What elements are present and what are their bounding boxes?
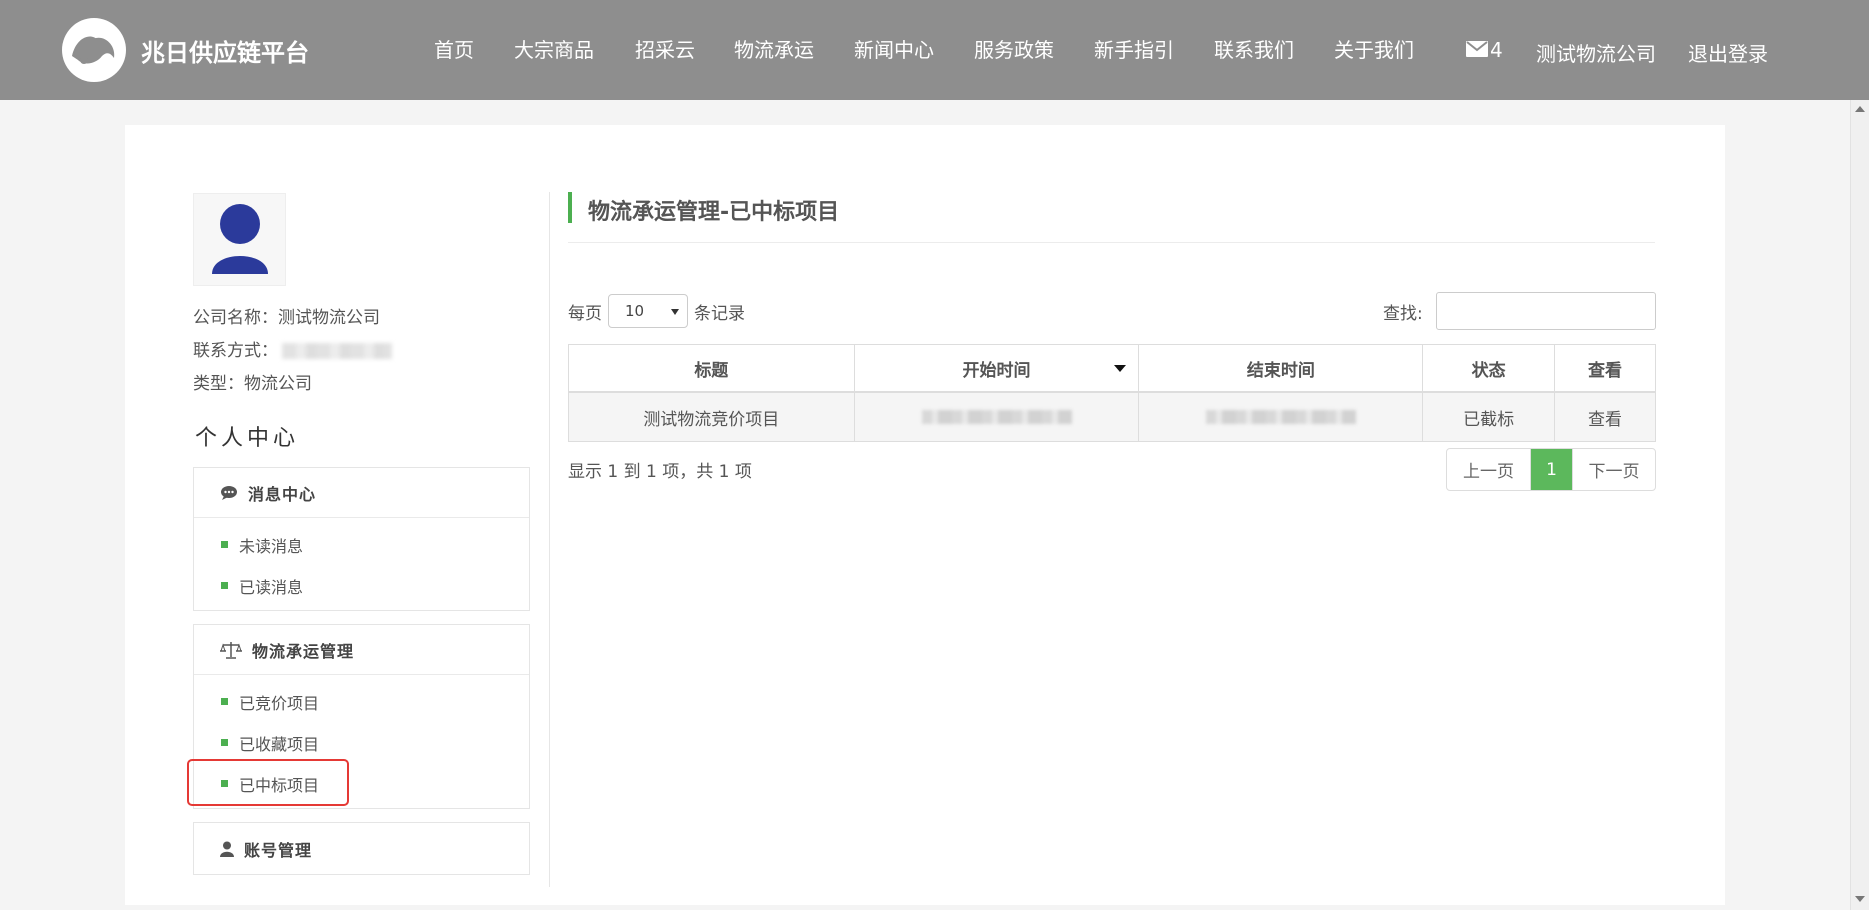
- user-avatar-icon: [212, 204, 268, 274]
- col-status[interactable]: 状态: [1422, 344, 1556, 393]
- logout-link[interactable]: 退出登录: [1688, 38, 1768, 67]
- contact-label: 联系方式：: [193, 341, 278, 361]
- col-end-time[interactable]: 结束时间: [1138, 344, 1424, 393]
- avatar: [193, 193, 286, 286]
- col-title[interactable]: 标题: [568, 344, 855, 393]
- title-accent-bar: [568, 192, 572, 223]
- sidebar-item-label: 已中标项目: [239, 775, 320, 795]
- panel-logistics: 物流承运管理 已竞价项目 已收藏项目 已中标项目: [193, 624, 530, 809]
- mail-icon: [1466, 38, 1488, 62]
- panel-messages-head[interactable]: 消息中心: [194, 468, 529, 518]
- user-company-link[interactable]: 测试物流公司: [1536, 38, 1656, 67]
- personal-center-title: 个人中心: [195, 426, 300, 451]
- brand-name[interactable]: 兆日供应链平台: [141, 33, 309, 68]
- sidebar-item-label: 已读消息: [239, 577, 304, 597]
- column-divider: [549, 192, 550, 887]
- table-header-row: 标题 开始时间 结束时间 状态 查看: [568, 344, 1656, 393]
- next-page-button[interactable]: 下一页: [1572, 449, 1655, 490]
- user-icon: [220, 841, 234, 857]
- nav-news[interactable]: 新闻中心: [854, 34, 934, 63]
- nav-procurement[interactable]: 招采云: [635, 34, 695, 63]
- end-time-redacted: [1205, 410, 1356, 424]
- cell-status: 已截标: [1422, 391, 1556, 442]
- nav-home[interactable]: 首页: [434, 34, 474, 63]
- table-info: 显示 1 到 1 项，共 1 项: [568, 462, 752, 482]
- nav-guide[interactable]: 新手指引: [1094, 34, 1174, 63]
- panel-account-head[interactable]: 账号管理: [194, 823, 529, 874]
- panel-logistics-title: 物流承运管理: [252, 641, 355, 661]
- sidebar-item-won[interactable]: 已中标项目: [194, 763, 529, 804]
- sidebar-item-favorited[interactable]: 已收藏项目: [194, 722, 529, 763]
- per-page-suffix: 条记录: [694, 304, 745, 324]
- scroll-down-icon[interactable]: [1855, 896, 1865, 902]
- mail-count: 4: [1490, 38, 1503, 62]
- cell-end-time: [1138, 391, 1424, 442]
- sort-desc-icon: [1114, 365, 1127, 372]
- company-name: 公司名称：测试物流公司: [193, 308, 380, 328]
- results-table: 标题 开始时间 结束时间 状态 查看 测试物流竞价项目 已截标 查看: [568, 344, 1656, 442]
- cell-title: 测试物流竞价项目: [568, 391, 855, 442]
- search-input[interactable]: [1436, 292, 1656, 330]
- company-type: 类型：物流公司: [193, 374, 312, 394]
- col-start-time-label: 开始时间: [962, 360, 1031, 381]
- cell-start-time: [853, 391, 1140, 442]
- mail-button[interactable]: 4: [1466, 38, 1503, 62]
- panel-messages: 消息中心 未读消息 已读消息: [193, 467, 530, 611]
- per-page-value: 10: [625, 302, 645, 320]
- page-1-button[interactable]: 1: [1531, 449, 1572, 490]
- col-start-time[interactable]: 开始时间: [853, 344, 1140, 393]
- scale-icon: [220, 641, 242, 659]
- sidebar-item-label: 已收藏项目: [239, 734, 320, 754]
- start-time-redacted: [921, 410, 1072, 424]
- bullet-icon: [221, 780, 228, 787]
- panel-account: 账号管理: [193, 822, 530, 875]
- scroll-up-icon[interactable]: [1855, 106, 1865, 112]
- nav-contact[interactable]: 联系我们: [1214, 34, 1294, 63]
- contact-info: 联系方式：: [193, 336, 392, 361]
- prev-page-button[interactable]: 上一页: [1447, 449, 1531, 490]
- nav-logistics[interactable]: 物流承运: [734, 34, 814, 63]
- bullet-icon: [221, 739, 228, 746]
- sidebar-item-unread[interactable]: 未读消息: [194, 524, 529, 565]
- sidebar-item-bidded[interactable]: 已竞价项目: [194, 681, 529, 722]
- nav-policy[interactable]: 服务政策: [974, 34, 1054, 63]
- contact-value-redacted: [282, 343, 392, 359]
- chevron-down-icon: [671, 309, 679, 315]
- top-header: 兆日供应链平台 首页 大宗商品 招采云 物流承运 新闻中心 服务政策 新手指引 …: [0, 0, 1869, 100]
- bullet-icon: [221, 582, 228, 589]
- per-page-select[interactable]: 10: [608, 294, 688, 328]
- sidebar-item-label: 未读消息: [239, 536, 304, 556]
- page-scrollbar[interactable]: [1850, 100, 1869, 910]
- per-page-prefix: 每页: [568, 304, 602, 324]
- pagination: 上一页 1 下一页: [1446, 448, 1656, 491]
- nav-commodities[interactable]: 大宗商品: [514, 34, 594, 63]
- view-link[interactable]: 查看: [1554, 391, 1656, 442]
- title-divider: [568, 242, 1655, 243]
- page-title: 物流承运管理-已中标项目: [588, 200, 840, 225]
- search-label: 查找:: [1383, 304, 1423, 324]
- panel-logistics-head[interactable]: 物流承运管理: [194, 625, 529, 675]
- logo-icon[interactable]: [62, 18, 126, 82]
- sidebar-item-label: 已竞价项目: [239, 693, 320, 713]
- table-row: 测试物流竞价项目 已截标 查看: [568, 391, 1656, 442]
- panel-account-title: 账号管理: [244, 840, 313, 860]
- sidebar-item-read[interactable]: 已读消息: [194, 565, 529, 606]
- nav-about[interactable]: 关于我们: [1334, 34, 1414, 63]
- panel-messages-title: 消息中心: [248, 484, 317, 504]
- col-view[interactable]: 查看: [1554, 344, 1656, 393]
- bullet-icon: [221, 698, 228, 705]
- chat-icon: [220, 485, 238, 501]
- bullet-icon: [221, 541, 228, 548]
